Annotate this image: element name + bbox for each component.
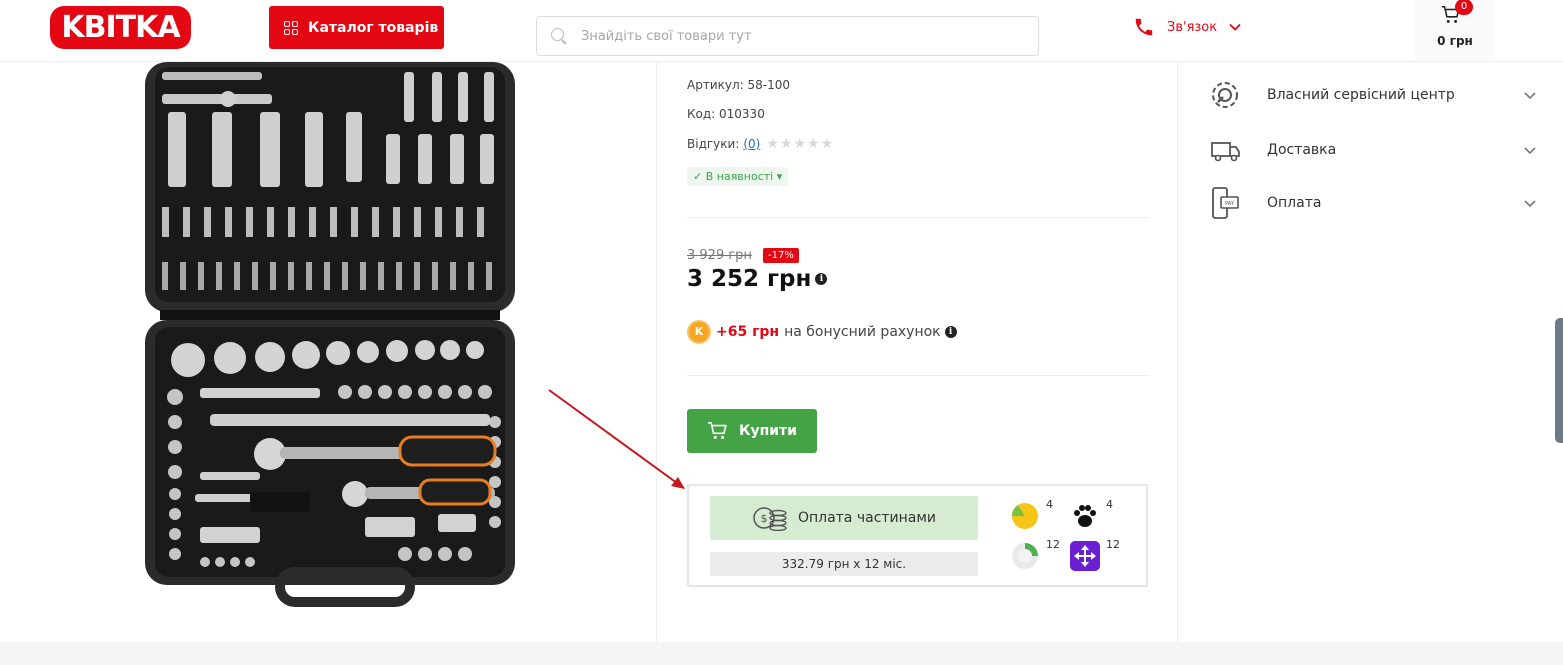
- grid-icon: [284, 20, 298, 35]
- installment-monthly: 332.79 грн x 12 міс.: [710, 552, 978, 576]
- site-header: KBITKA Каталог товарів Зв'язок 0 0 грн: [0, 0, 1563, 62]
- coins-icon: $: [753, 507, 787, 531]
- cart-total: 0 грн: [1437, 34, 1473, 48]
- sidebar-label: Власний сервісний центр: [1267, 87, 1455, 103]
- info-icon[interactable]: i: [944, 326, 957, 338]
- chevron-down-icon: [1524, 147, 1536, 155]
- discount-badge: -17%: [763, 248, 799, 263]
- arrows-bank-icon: [1070, 541, 1100, 571]
- coin-icon: K: [687, 320, 711, 344]
- cart-count-badge: 0: [1455, 0, 1473, 15]
- catalog-label: Каталог товарів: [308, 19, 439, 36]
- side-scroll-tab[interactable]: [1555, 318, 1563, 443]
- svg-text:$: $: [760, 512, 767, 525]
- search-input[interactable]: [581, 28, 1001, 44]
- paw-bank-icon: [1074, 505, 1096, 527]
- site-logo[interactable]: KBITKA: [50, 6, 191, 49]
- gear-wrench-icon: [1212, 82, 1238, 108]
- chevron-down-icon: [1524, 92, 1536, 100]
- installment-button[interactable]: $ Оплата частинами: [710, 496, 978, 540]
- search-box[interactable]: [536, 16, 1039, 56]
- product-code: Код: 010330: [687, 107, 765, 121]
- bank-option[interactable]: 12: [1010, 538, 1060, 577]
- pie-bank-icon: [1011, 503, 1038, 529]
- cart[interactable]: 0 0 грн: [1415, 0, 1495, 60]
- bank-option[interactable]: 4: [1070, 498, 1120, 537]
- divider: [687, 375, 1149, 376]
- buy-label: Купити: [739, 423, 797, 439]
- bank-count: 4: [1046, 498, 1053, 511]
- installments-box: $ Оплата частинами 332.79 грн x 12 міс. …: [687, 484, 1148, 587]
- product-page: KBITKA Каталог товарів Зв'язок 0 0 грн: [0, 0, 1563, 665]
- contact-label: Зв'язок: [1167, 19, 1218, 35]
- bank-option[interactable]: 4: [1010, 498, 1060, 537]
- sidebar-item-service[interactable]: Власний сервісний центр: [1207, 75, 1537, 115]
- bank-count: 12: [1046, 538, 1060, 551]
- sidebar-item-delivery[interactable]: Доставка: [1207, 130, 1537, 170]
- current-price: 3 252 грн i: [687, 266, 828, 292]
- chevron-down-icon: [1524, 200, 1536, 208]
- article-number: Артикул: 58-100: [687, 78, 790, 92]
- bonus-text: на бонусний рахунок: [784, 324, 941, 340]
- old-price: 3 929 грн: [687, 248, 752, 263]
- buy-button[interactable]: Купити: [687, 409, 817, 453]
- column-divider: [656, 62, 657, 642]
- divider: [687, 217, 1149, 218]
- bonus-amount: +65 грн: [716, 324, 780, 340]
- column-divider: [1177, 62, 1178, 642]
- truck-icon: [1211, 142, 1240, 162]
- reviews-link[interactable]: (0): [743, 137, 760, 151]
- chevron-down-icon: [1229, 23, 1241, 31]
- bank-option[interactable]: 12: [1070, 538, 1120, 577]
- payment-icon: PAY: [1212, 187, 1239, 219]
- sidebar-label: Оплата: [1267, 195, 1322, 211]
- annotation-arrow: [548, 389, 685, 489]
- installment-label: Оплата частинами: [797, 510, 937, 526]
- moon-bank-icon: [1012, 543, 1038, 569]
- bank-count: 4: [1106, 498, 1113, 511]
- contact-menu[interactable]: Зв'язок: [1133, 16, 1241, 38]
- catalog-button[interactable]: Каталог товарів: [269, 6, 444, 49]
- rating-stars[interactable]: ★★★★★: [766, 136, 834, 152]
- bonus-row: K +65 грн на бонусний рахунок i: [687, 320, 957, 344]
- search-icon[interactable]: [551, 28, 567, 44]
- cart-icon: [708, 422, 727, 439]
- sidebar-item-payment[interactable]: PAY Оплата: [1207, 183, 1537, 223]
- product-image[interactable]: [140, 62, 525, 612]
- info-icon[interactable]: i: [815, 273, 828, 285]
- reviews-label: Відгуки:: [687, 137, 740, 151]
- price-value: 3 252 грн: [687, 266, 812, 292]
- bank-count: 12: [1106, 538, 1120, 551]
- stock-status[interactable]: ✓ В наявності ▾: [687, 167, 789, 186]
- svg-text:PAY: PAY: [1225, 201, 1235, 207]
- sidebar-label: Доставка: [1267, 142, 1337, 158]
- phone-icon: [1135, 18, 1153, 36]
- reviews-row: Відгуки: (0) ★★★★★: [687, 136, 834, 152]
